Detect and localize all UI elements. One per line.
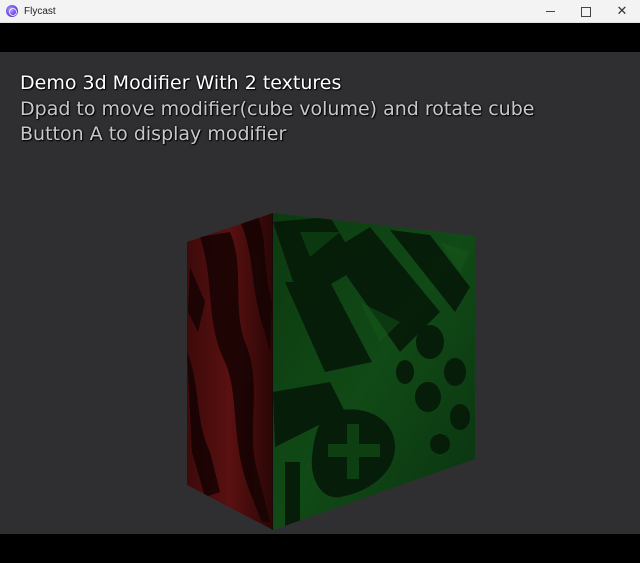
cube-left-face bbox=[187, 213, 274, 530]
letterbox-top bbox=[0, 23, 640, 52]
flycast-icon bbox=[6, 5, 18, 17]
close-button[interactable]: ✕ bbox=[604, 0, 640, 23]
window-controls: ✕ bbox=[532, 0, 640, 23]
flycast-window: Flycast ✕ Demo 3d Modifier With 2 textur… bbox=[0, 0, 640, 563]
game-viewport[interactable]: Demo 3d Modifier With 2 textures Dpad to… bbox=[0, 52, 640, 534]
window-title: Flycast bbox=[24, 5, 56, 17]
textured-cube bbox=[187, 213, 475, 530]
close-icon: ✕ bbox=[616, 4, 628, 19]
title-bar[interactable]: Flycast ✕ bbox=[0, 0, 640, 23]
minimize-button[interactable] bbox=[532, 0, 568, 23]
letterbox-bottom bbox=[0, 534, 640, 563]
cube-right-face bbox=[273, 213, 475, 530]
maximize-button[interactable] bbox=[568, 0, 604, 23]
